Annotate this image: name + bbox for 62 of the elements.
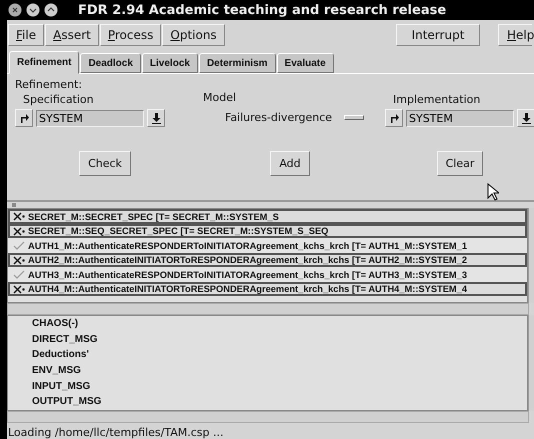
help-menu[interactable]: Help [498,24,532,46]
scrollbar[interactable] [7,303,529,316]
assertion-row[interactable]: SECRET_M::SECRET_SPEC [T= SECRET_M::SYSTEM_S [8,209,527,224]
refinement-heading: Refinement: [15,78,84,92]
specification-select-button[interactable] [147,109,165,128]
window-title: FDR 2.94 Academic teaching and research release [78,2,446,18]
tab[interactable]: Livelock [142,53,198,74]
status-text: Loading /home/llc/tempfiles/TAM.csp ... [7,424,224,439]
model-label: Model [202,91,238,104]
assertion-text: AUTH1_M::AuthenticateRESPONDERToINITIATORAgreement_kchs_krch [T= AUTH1_M::SYSTEM_1 [28,240,468,251]
pointer-icon [487,183,499,201]
assertion-text: SECRET_M::SEQ_SECRET_SPEC [T= SECRET_M::SYSTEM_S_SEQ [28,226,328,236]
pane-handle[interactable] [12,202,16,207]
implementation-label: Implementation [392,93,482,106]
download-icon [522,112,530,124]
specification-label: Specification [22,93,95,106]
cross-icon [13,226,25,236]
model-menu-button[interactable] [344,115,364,120]
cross-icon [13,212,25,222]
assertion-row[interactable]: AUTH1_M::AuthenticateRESPONDERToINITIATORAgreement_kchs_krch [T= AUTH1_M::SYSTEM_1 [8,238,527,253]
turn-arrow-icon [389,113,399,124]
assertion-text: SECRET_M::SECRET_SPEC [T= SECRET_M::SYSTEM_S [28,212,279,222]
tab[interactable]: Refinement [9,51,80,74]
check-icon [13,270,25,280]
action-button[interactable]: Check [79,151,131,176]
assertion-row[interactable]: SECRET_M::SEQ_SECRET_SPEC [T= SECRET_M::SYSTEM_S_SEQ [8,224,527,238]
turn-arrow-icon [19,113,29,124]
specification-field[interactable]: SYSTEM [36,110,144,127]
action-button[interactable]: Add [270,151,310,176]
check-icon [13,241,25,250]
name-list-entry[interactable]: DIRECT_MSG [8,332,527,348]
name-list-entry[interactable]: INPUT_MSG [8,378,527,394]
name-list-entry[interactable]: OUTPUT_MSG [8,394,527,410]
menu-item[interactable]: File [8,24,44,46]
scrollbar[interactable] [528,315,534,412]
action-button[interactable]: Clear [436,151,484,176]
implementation-field[interactable]: SYSTEM [406,110,514,127]
download-icon [152,112,160,124]
name-list-entry[interactable]: ENV_MSG [8,362,527,379]
assertion-text: AUTH4_M::AuthenticateINITIATORToRESPONDERAgreement_krch_kchs [T= AUTH4_M::SYSTEM_4 [28,284,468,294]
assertion-row[interactable]: AUTH3_M::AuthenticateRESPONDERToINITIATORAgreement_kchs_krch [T= AUTH3_M::SYSTEM_3 [8,267,527,282]
tab[interactable]: Determinism [198,53,276,74]
assertion-text: AUTH3_M::AuthenticateRESPONDERToINITIATORAgreement_kchs_krch [T= AUTH3_M::SYSTEM_3 [28,270,468,280]
tab[interactable]: Evaluate [276,53,334,74]
assertion-row[interactable]: AUTH2_M::AuthenticateINITIATORToRESPONDERAgreement_krch_kchs [T= AUTH2_M::SYSTEM_2 [8,252,527,268]
scrollbar[interactable] [528,208,534,304]
cross-icon [13,284,25,294]
implementation-select-button[interactable] [517,109,534,128]
specification-load-button[interactable] [15,109,33,128]
menu-item[interactable]: Options [162,24,225,46]
name-list-entry[interactable]: Deductions' [8,347,527,363]
tab[interactable]: Deadlock [80,53,141,74]
name-list-entry[interactable]: CHAOS(-) [8,316,527,332]
implementation-load-button[interactable] [385,109,403,128]
assertion-row[interactable]: AUTH4_M::AuthenticateINITIATORToRESPONDERAgreement_krch_kchs [T= AUTH4_M::SYSTEM_4 [8,282,527,296]
scrollbar[interactable] [7,411,529,423]
cross-icon [13,256,25,265]
assertion-text: AUTH2_M::AuthenticateINITIATORToRESPONDERAgreement_krch_kchs [T= AUTH2_M::SYSTEM_2 [28,255,468,266]
menu-item[interactable]: Assert [45,24,99,46]
model-value: Failures-divergence [225,111,332,124]
menu-item[interactable]: Process [100,24,162,46]
interrupt-button[interactable]: Interrupt [396,24,480,46]
